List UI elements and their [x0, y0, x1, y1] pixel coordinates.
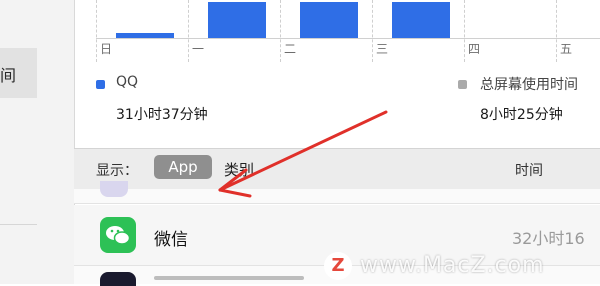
watermark: Z www.MacZ.com	[320, 250, 600, 284]
watermark-text: www.MacZ.com	[360, 253, 545, 278]
annotation-arrow	[218, 110, 388, 198]
watermark-logo-icon: Z	[324, 252, 352, 280]
